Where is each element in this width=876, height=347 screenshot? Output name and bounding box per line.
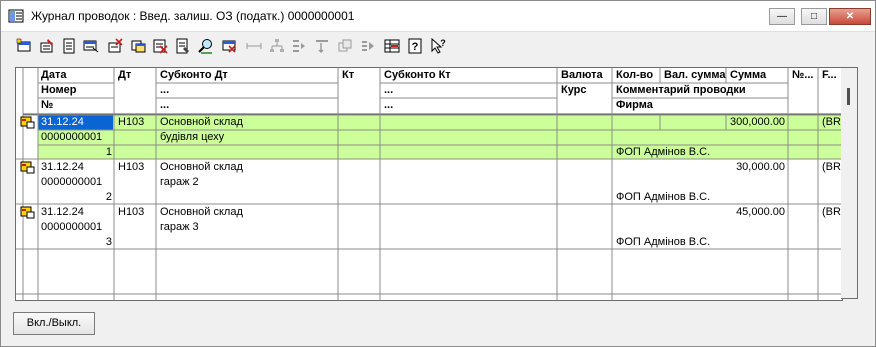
toolbar: ? ?	[1, 32, 875, 59]
header-number-col[interactable]: №...	[789, 69, 817, 82]
on-off-button[interactable]: Вкл./Выкл.	[13, 312, 95, 335]
grid-icon[interactable]	[384, 38, 400, 54]
svg-text:?: ?	[412, 41, 419, 53]
row-date[interactable]: 31.12.24	[38, 206, 114, 219]
header-subconto-kt-2[interactable]: ...	[381, 84, 556, 97]
entry-icon	[20, 161, 35, 174]
row-sum[interactable]: 45,000.00	[727, 206, 785, 219]
move-up-icon[interactable]	[291, 38, 307, 54]
maximize-button[interactable]: □	[801, 8, 827, 25]
header-subconto-kt-3[interactable]: ...	[381, 99, 556, 112]
row-dt[interactable]: H103	[115, 116, 155, 129]
minimize-icon: —	[777, 11, 787, 22]
scrollbar-thumb[interactable]	[847, 88, 850, 105]
header-qty[interactable]: Кол-во	[613, 69, 660, 82]
row-subconto-1[interactable]: Основной склад	[157, 161, 337, 174]
entry-icon	[20, 116, 35, 129]
row-f[interactable]: (ВR	[819, 206, 842, 219]
next-icon[interactable]	[360, 38, 376, 54]
row-dt[interactable]: H103	[115, 161, 155, 174]
row-subconto-2[interactable]: гараж 2	[157, 176, 337, 189]
svg-text:?: ?	[440, 38, 446, 48]
row-date[interactable]: 31.12.24	[38, 116, 114, 129]
row-index[interactable]: 3	[38, 236, 112, 249]
tree-icon[interactable]	[269, 38, 285, 54]
find-icon[interactable]	[198, 38, 214, 54]
row-f[interactable]: (ВR	[819, 116, 842, 129]
window-title: Журнал проводок : Введ. залиш. ОЗ (подат…	[31, 9, 355, 23]
header-subconto-kt[interactable]: Субконто Кт	[381, 69, 556, 82]
header-f[interactable]: F...	[819, 69, 842, 82]
level-icon[interactable]	[337, 38, 353, 54]
header-number[interactable]: Номер	[38, 84, 114, 97]
copy-icon[interactable]	[83, 38, 99, 54]
header-currency[interactable]: Валюта	[558, 69, 611, 82]
add-icon[interactable]	[16, 38, 32, 54]
row-f[interactable]: (ВR	[819, 161, 842, 174]
report-icon[interactable]	[175, 38, 191, 54]
header-firm[interactable]: Фирма	[613, 99, 788, 112]
header-subconto-dt[interactable]: Субконто Дт	[157, 69, 337, 82]
title-bar[interactable]: Журнал проводок : Введ. залиш. ОЗ (подат…	[1, 1, 875, 32]
maximize-icon: □	[810, 11, 818, 22]
row-sum[interactable]: 30,000.00	[727, 161, 785, 174]
spacer-icon	[246, 43, 262, 49]
row-subconto-1[interactable]: Основной склад	[157, 206, 337, 219]
mark-delete-icon[interactable]	[152, 38, 168, 54]
row-subconto-2[interactable]: будівля цеху	[157, 131, 337, 144]
row-sum[interactable]: 300,000.00	[727, 116, 785, 129]
journal-window: Журнал проводок : Введ. залиш. ОЗ (подат…	[0, 0, 876, 347]
row-number[interactable]: 0000000001	[38, 131, 114, 144]
header-date[interactable]: Дата	[38, 69, 114, 82]
cancel-find-icon[interactable]	[221, 38, 237, 54]
edit-icon[interactable]	[39, 38, 55, 54]
vertical-scrollbar[interactable]	[841, 67, 858, 299]
minimize-button[interactable]: —	[769, 8, 795, 25]
header-no[interactable]: №	[38, 99, 114, 112]
close-icon: ✕	[845, 11, 855, 22]
row-subconto-1[interactable]: Основной склад	[157, 116, 337, 129]
header-subconto-dt-3[interactable]: ...	[157, 99, 337, 112]
row-number[interactable]: 0000000001	[38, 176, 114, 189]
header-subconto-dt-2[interactable]: ...	[157, 84, 337, 97]
row-firm[interactable]: ФОП Адмінов В.С.	[613, 236, 788, 249]
header-rate[interactable]: Курс	[558, 84, 611, 97]
close-button[interactable]: ✕	[829, 8, 871, 25]
row-subconto-2[interactable]: гараж 3	[157, 221, 337, 234]
journal-grid[interactable]: Дата Номер № Дт Субконто Дт ... ... Кт С…	[15, 67, 843, 301]
entry-icon	[20, 206, 35, 219]
delete-icon[interactable]	[107, 38, 123, 54]
move-down-icon[interactable]	[314, 38, 330, 54]
whatis-icon[interactable]: ?	[430, 38, 446, 54]
filter-icon[interactable]	[130, 38, 146, 54]
header-kt[interactable]: Кт	[339, 69, 379, 82]
row-date[interactable]: 31.12.24	[38, 161, 114, 174]
row-dt[interactable]: H103	[115, 206, 155, 219]
doc-icon[interactable]	[61, 38, 77, 54]
header-comment[interactable]: Комментарий проводки	[613, 84, 788, 97]
row-firm[interactable]: ФОП Адмінов В.С.	[613, 191, 788, 204]
header-sum[interactable]: Сумма	[727, 69, 788, 82]
header-dt[interactable]: Дт	[115, 69, 155, 82]
row-index[interactable]: 1	[38, 146, 112, 159]
row-firm[interactable]: ФОП Адмінов В.С.	[613, 146, 788, 159]
header-cur-sum[interactable]: Вал. сумма	[661, 69, 726, 82]
row-index[interactable]: 2	[38, 191, 112, 204]
journal-icon	[8, 9, 24, 23]
row-number[interactable]: 0000000001	[38, 221, 114, 234]
help-icon[interactable]: ?	[407, 38, 423, 54]
